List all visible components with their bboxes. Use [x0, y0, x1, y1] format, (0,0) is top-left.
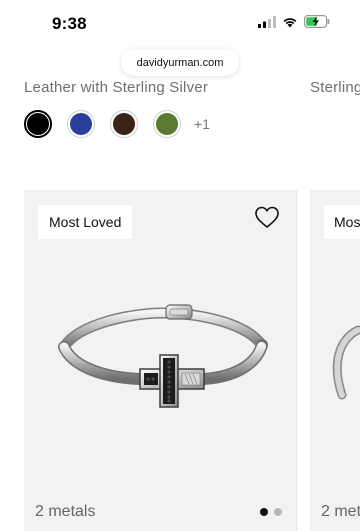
color-swatches: +1 — [24, 110, 210, 138]
most-loved-badge: Most Loved — [38, 205, 133, 239]
next-product-title[interactable]: Sterling — [310, 79, 360, 96]
cross-pendant — [139, 354, 205, 408]
battery-charging-icon — [304, 15, 330, 28]
card-divider — [296, 190, 297, 531]
next-metal-options-count: 2 meta — [321, 503, 360, 520]
bracelet-image[interactable] — [44, 285, 280, 415]
metal-options-count: 2 metals — [35, 503, 96, 520]
more-swatches-count[interactable]: +1 — [194, 116, 210, 132]
pagination-dot[interactable] — [274, 508, 282, 516]
swatch-green[interactable] — [153, 110, 181, 138]
wifi-icon — [283, 17, 297, 27]
status-icons — [258, 15, 330, 28]
product-card[interactable]: Most Loved 2 metals — [24, 190, 296, 531]
cellular-signal-icon — [258, 15, 276, 28]
next-product-card[interactable]: Most 2 meta — [310, 190, 360, 531]
wishlist-heart-icon[interactable] — [254, 205, 280, 229]
url-bar[interactable]: davidyurman.com — [121, 49, 239, 76]
image-pagination — [260, 508, 282, 516]
swatch-blue[interactable] — [67, 110, 95, 138]
status-time: 9:38 — [52, 14, 87, 33]
next-most-loved-badge: Most — [324, 205, 360, 239]
url-text: davidyurman.com — [136, 56, 224, 69]
status-bar: 9:38 — [0, 0, 360, 46]
next-bracelet-image[interactable] — [328, 325, 360, 405]
swatch-black[interactable] — [24, 110, 52, 138]
pagination-dot-active[interactable] — [260, 508, 268, 516]
swatch-brown[interactable] — [110, 110, 138, 138]
product-title[interactable]: Leather with Sterling Silver — [24, 79, 208, 96]
